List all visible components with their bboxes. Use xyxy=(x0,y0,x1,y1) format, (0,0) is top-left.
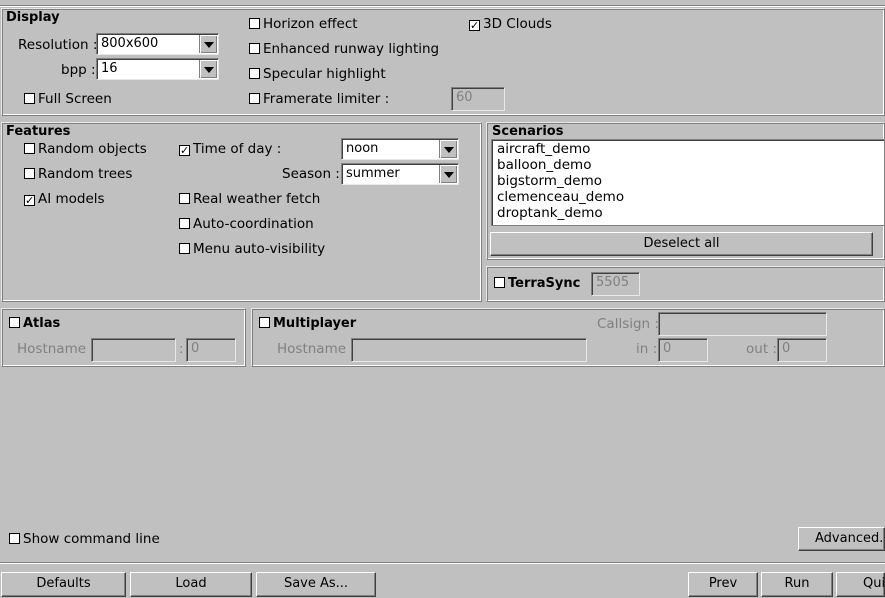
run-button[interactable]: Run xyxy=(761,572,833,597)
time-of-day-select[interactable]: noon xyxy=(341,138,459,160)
display-title: Display xyxy=(6,10,60,25)
checkbox-box[interactable] xyxy=(249,68,260,79)
list-item[interactable]: droptank_demo xyxy=(497,205,603,221)
horizon-label: Horizon effect xyxy=(263,16,358,32)
runway-lighting-checkbox[interactable]: Enhanced runway lighting xyxy=(249,41,439,57)
framerate-label: Framerate limiter : xyxy=(263,91,390,107)
mp-in-label: in : xyxy=(636,341,658,357)
features-title: Features xyxy=(6,124,71,139)
resolution-value: 800x600 xyxy=(101,36,159,51)
random-objects-label: Random objects xyxy=(38,141,147,157)
runway-lighting-label: Enhanced runway lighting xyxy=(263,41,440,57)
checkbox-box[interactable] xyxy=(9,317,20,328)
fullscreen-checkbox[interactable]: Full Screen xyxy=(24,91,112,107)
atlas-port-input[interactable]: 0 xyxy=(186,338,236,362)
top-separator xyxy=(0,5,885,7)
framerate-checkbox[interactable]: Framerate limiter : xyxy=(249,91,389,107)
chevron-down-icon[interactable] xyxy=(439,165,457,183)
horizon-checkbox[interactable]: Horizon effect xyxy=(249,16,358,32)
resolution-label: Resolution : xyxy=(18,37,98,53)
season-value: summer xyxy=(346,166,400,181)
list-item[interactable]: bigstorm_demo xyxy=(497,173,602,189)
callsign-label: Callsign : xyxy=(597,316,659,332)
atlas-label: Atlas xyxy=(23,316,61,331)
list-item[interactable]: clemenceau_demo xyxy=(497,189,624,205)
checkbox-box[interactable] xyxy=(9,533,20,544)
mp-out-input[interactable]: 0 xyxy=(777,338,827,362)
specular-label: Specular highlight xyxy=(263,66,386,82)
time-of-day-checkbox[interactable]: ✓ Time of day : xyxy=(179,141,281,157)
load-button[interactable]: Load xyxy=(130,572,252,597)
mp-hostname-label: Hostname : xyxy=(277,341,355,357)
list-item[interactable]: aircraft_demo xyxy=(497,141,590,157)
mp-hostname-input[interactable] xyxy=(351,338,587,362)
chevron-down-icon[interactable] xyxy=(199,60,217,78)
random-objects-checkbox[interactable]: Random objects xyxy=(24,141,147,157)
checkbox-box[interactable] xyxy=(24,143,35,154)
chevron-down-icon[interactable] xyxy=(199,35,217,53)
ai-models-label: AI models xyxy=(38,191,105,207)
checkbox-box[interactable] xyxy=(179,218,190,229)
scenarios-title: Scenarios xyxy=(492,124,564,139)
random-trees-label: Random trees xyxy=(38,166,133,182)
resolution-select[interactable]: 800x600 xyxy=(96,33,219,55)
checkbox-box[interactable] xyxy=(259,317,270,328)
prev-button[interactable]: Prev xyxy=(688,572,758,597)
deselect-all-button[interactable]: Deselect all xyxy=(490,232,873,256)
terrasync-checkbox[interactable]: TerraSync xyxy=(494,276,580,291)
atlas-port-separator: : xyxy=(179,341,184,357)
clouds-checkbox[interactable]: ✓ 3D Clouds xyxy=(469,16,552,32)
chevron-down-icon[interactable] xyxy=(439,140,457,158)
bpp-value: 16 xyxy=(101,61,118,76)
checkbox-box[interactable] xyxy=(24,93,35,104)
framerate-input[interactable]: 60 xyxy=(451,87,505,111)
checkbox-box[interactable] xyxy=(249,18,260,29)
real-weather-label: Real weather fetch xyxy=(193,191,321,207)
quit-button[interactable]: Quit xyxy=(836,572,885,597)
auto-coordination-label: Auto-coordination xyxy=(193,216,314,232)
atlas-hostname-input[interactable] xyxy=(91,338,176,362)
random-trees-checkbox[interactable]: Random trees xyxy=(24,166,132,182)
checkbox-box[interactable] xyxy=(179,193,190,204)
time-of-day-value: noon xyxy=(346,141,379,156)
season-label: Season : xyxy=(282,166,340,182)
bpp-select[interactable]: 16 xyxy=(96,58,219,80)
atlas-checkbox[interactable]: Atlas xyxy=(9,316,60,331)
checkbox-box[interactable] xyxy=(24,168,35,179)
footer-separator xyxy=(0,562,885,564)
callsign-input[interactable] xyxy=(658,312,827,336)
fullscreen-label: Full Screen xyxy=(38,91,112,107)
defaults-button[interactable]: Defaults xyxy=(1,572,126,597)
checkbox-box[interactable]: ✓ xyxy=(179,145,190,156)
ai-models-checkbox[interactable]: ✓ AI models xyxy=(24,191,105,207)
save-as-button[interactable]: Save As... xyxy=(256,572,376,597)
scenarios-list[interactable]: aircraft_demo balloon_demo bigstorm_demo… xyxy=(491,139,885,226)
time-of-day-label: Time of day : xyxy=(193,141,282,157)
multiplayer-label: Multiplayer xyxy=(273,316,357,331)
checkbox-box[interactable]: ✓ xyxy=(469,20,480,31)
multiplayer-checkbox[interactable]: Multiplayer xyxy=(259,316,356,331)
mp-in-input[interactable]: 0 xyxy=(658,338,708,362)
specular-checkbox[interactable]: Specular highlight xyxy=(249,66,386,82)
mp-out-label: out : xyxy=(746,341,777,357)
clouds-label: 3D Clouds xyxy=(483,16,552,32)
terrasync-label: TerraSync xyxy=(508,276,581,291)
list-item[interactable]: balloon_demo xyxy=(497,157,591,173)
show-cmdline-label: Show command line xyxy=(23,531,160,547)
atlas-hostname-label: Hostname : xyxy=(17,341,95,357)
checkbox-box[interactable] xyxy=(249,43,260,54)
auto-coordination-checkbox[interactable]: Auto-coordination xyxy=(179,216,314,232)
menu-autovis-checkbox[interactable]: Menu auto-visibility xyxy=(179,241,325,257)
checkbox-box[interactable]: ✓ xyxy=(24,195,35,206)
advanced-button[interactable]: Advanced... xyxy=(798,527,885,551)
bpp-label: bpp : xyxy=(61,62,96,78)
checkbox-box[interactable] xyxy=(494,277,505,288)
menu-autovis-label: Menu auto-visibility xyxy=(193,241,326,257)
show-cmdline-checkbox[interactable]: Show command line xyxy=(9,531,160,547)
terrasync-port-input[interactable]: 5505 xyxy=(591,272,640,296)
season-select[interactable]: summer xyxy=(341,163,459,185)
checkbox-box[interactable] xyxy=(179,243,190,254)
checkbox-box[interactable] xyxy=(249,93,260,104)
real-weather-checkbox[interactable]: Real weather fetch xyxy=(179,191,320,207)
